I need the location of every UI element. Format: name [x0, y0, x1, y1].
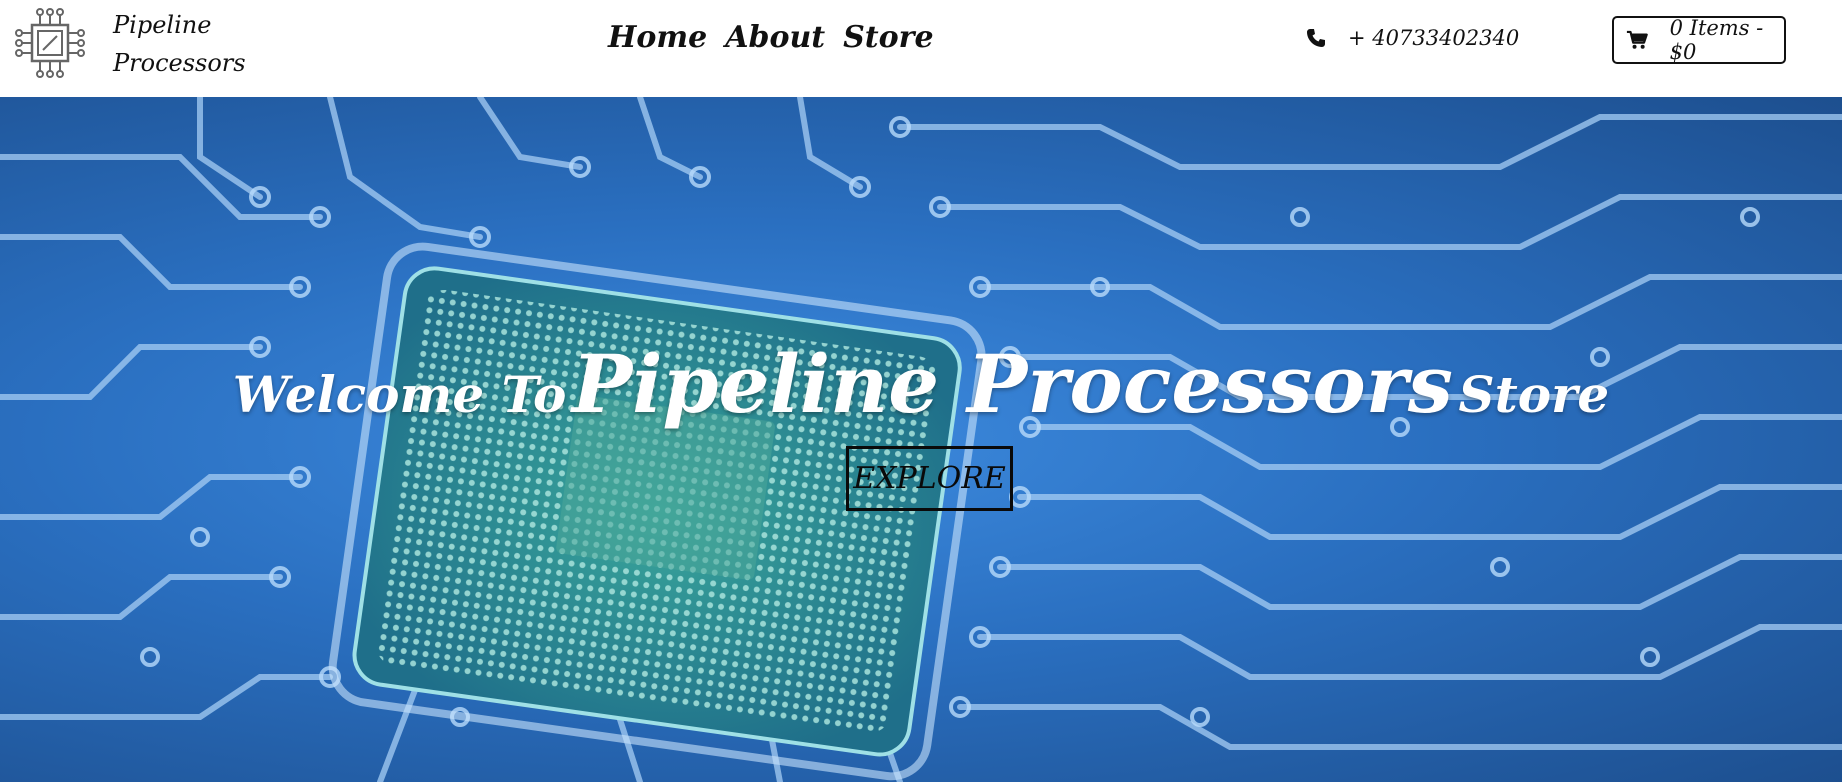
phone-icon — [1307, 29, 1325, 47]
hero-title-prefix: Welcome To — [232, 365, 567, 424]
chip-icon[interactable] — [14, 7, 86, 79]
navbar: Pipeline Processors Home About Store + 4… — [0, 0, 1842, 97]
contact-phone: + 40733402340 — [1306, 26, 1519, 50]
phone-number[interactable]: + 40733402340 — [1348, 26, 1519, 50]
hero-banner: Welcome To Pipeline Processors Store EXP… — [0, 97, 1842, 782]
brand-name[interactable]: Pipeline Processors — [113, 6, 253, 82]
circuit-board-image — [0, 97, 1842, 782]
hero-title: Welcome To Pipeline Processors Store — [0, 337, 1842, 431]
brand-name-line1: Pipeline — [113, 11, 212, 39]
brand-name-line2: Processors — [113, 49, 246, 77]
hero-title-suffix: Store — [1458, 365, 1610, 424]
explore-button[interactable]: EXPLORE — [846, 446, 1013, 511]
hero-title-brand: Pipeline Processors — [571, 337, 1453, 431]
cart-icon — [1626, 30, 1648, 49]
nav-link-home[interactable]: Home — [608, 20, 707, 55]
cart-summary: 0 Items - $0 — [1669, 16, 1764, 64]
cart-button[interactable]: 0 Items - $0 — [1612, 16, 1786, 64]
nav-link-store[interactable]: Store — [843, 20, 933, 55]
nav-link-about[interactable]: About — [725, 20, 825, 55]
main-nav: Home About Store — [608, 20, 934, 55]
